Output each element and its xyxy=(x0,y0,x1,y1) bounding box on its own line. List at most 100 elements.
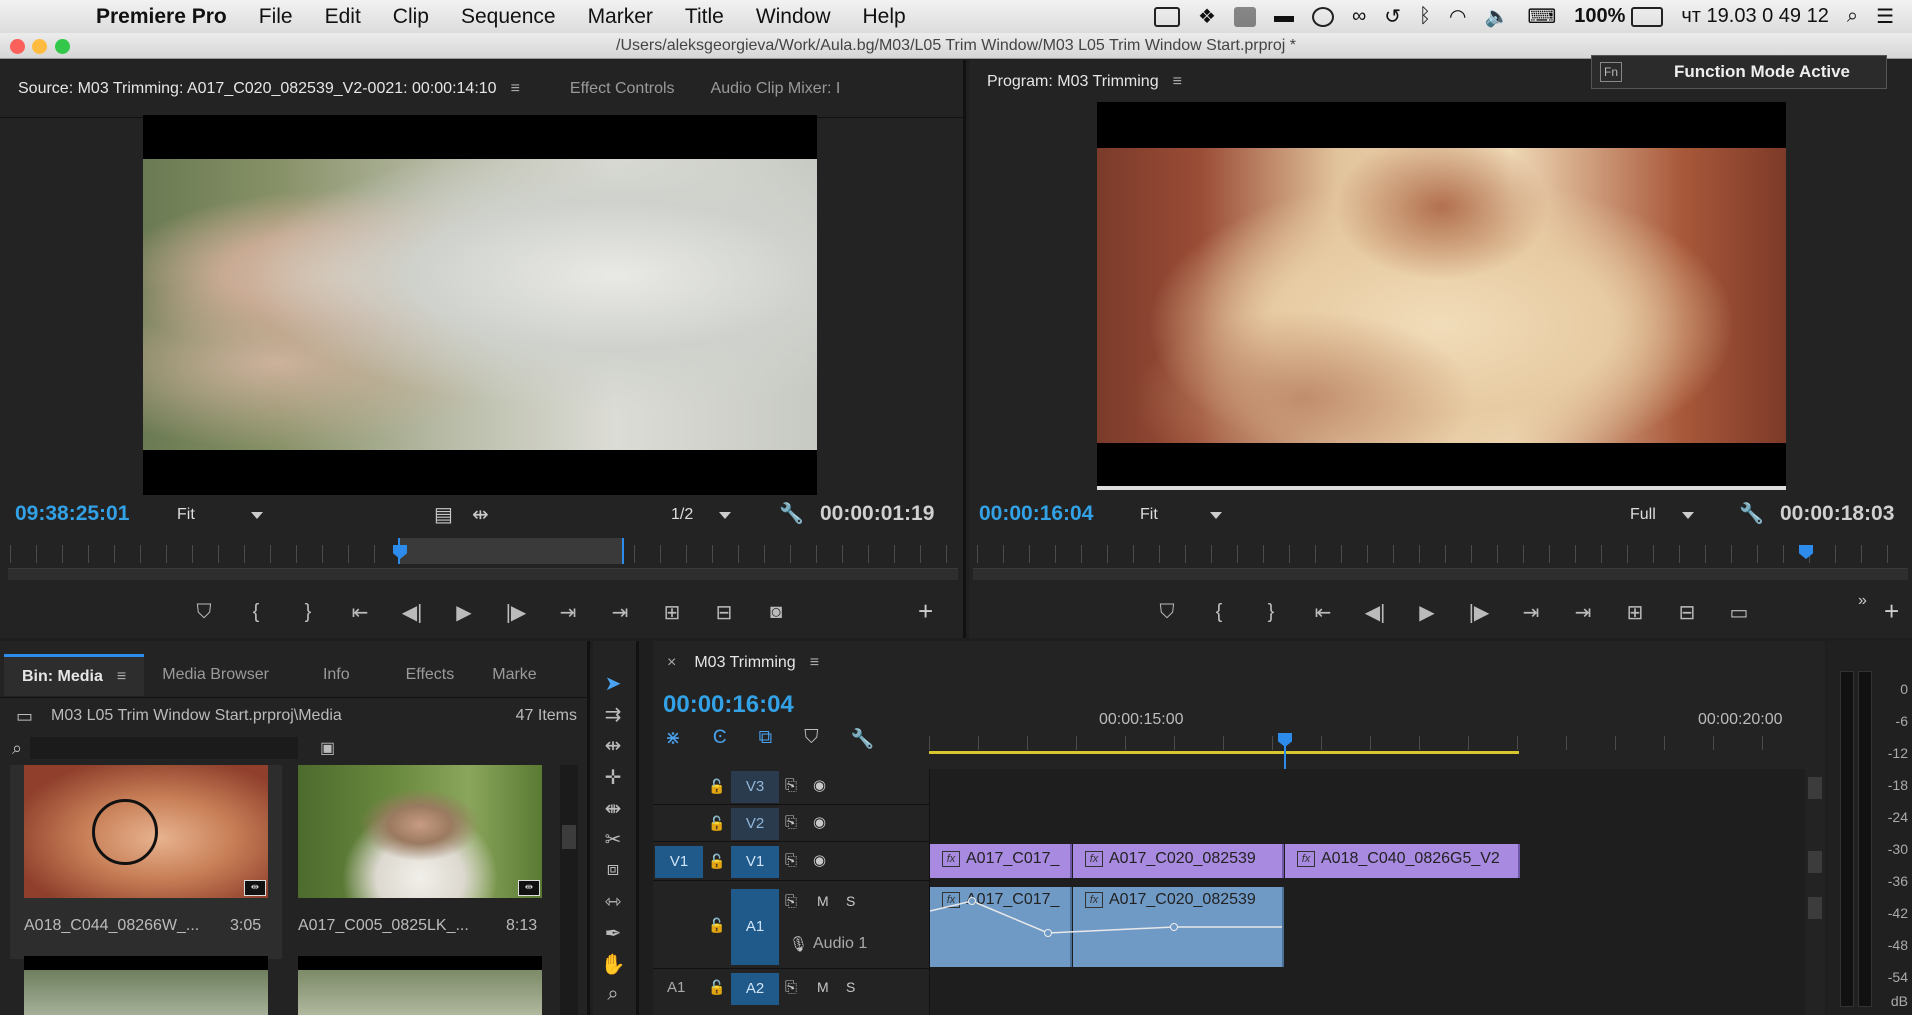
panel-menu-icon[interactable]: ≡ xyxy=(511,71,520,107)
linked-selection-icon[interactable]: ⧉ xyxy=(759,727,773,751)
camera-icon[interactable]: ◙ xyxy=(750,601,802,624)
settings-wrench-icon[interactable]: 🔧 xyxy=(779,501,804,526)
bluetooth-icon[interactable]: ᛒ xyxy=(1419,5,1431,28)
mark-in-icon[interactable]: { xyxy=(230,601,282,624)
source-zoom-dropdown[interactable]: Fit xyxy=(177,506,263,524)
timeline-clip-v1-2[interactable]: fx A017_C020_082539 xyxy=(1073,844,1284,878)
source-patch-v1[interactable]: V1 xyxy=(655,846,703,878)
timeline-clip-v1-3[interactable]: fx A018_C040_0826G5_V2 xyxy=(1285,844,1520,878)
panel-menu-icon[interactable]: ≡ xyxy=(1173,64,1182,100)
go-to-in-icon[interactable]: ⇤ xyxy=(1297,600,1349,625)
selection-tool-icon[interactable]: ➤ xyxy=(593,671,633,696)
mute-button[interactable]: M xyxy=(817,979,829,995)
tab-audio-clip-mixer[interactable]: Audio Clip Mixer: I xyxy=(693,60,859,118)
work-area-bar[interactable] xyxy=(929,751,1519,754)
source-video-viewer[interactable] xyxy=(143,115,817,495)
close-icon[interactable]: × xyxy=(667,654,676,672)
clip-preview-4[interactable] xyxy=(298,956,542,1015)
volume-icon[interactable]: 🔈 xyxy=(1484,4,1509,29)
program-zoom-scrollbar[interactable] xyxy=(973,568,1908,580)
clip-thumbnail-1[interactable]: ⇹ A018_C044_08266W_... 3:05 xyxy=(10,765,282,959)
window-close-button[interactable] xyxy=(10,39,25,54)
source-zoom-scrollbar[interactable] xyxy=(8,568,958,580)
toggle-sync-lock-icon[interactable]: ⎘ xyxy=(785,893,797,910)
step-back-icon[interactable]: ◀| xyxy=(1349,600,1401,625)
lock-icon[interactable]: 🔓 xyxy=(708,815,725,832)
program-resolution-dropdown[interactable]: Full xyxy=(1630,506,1694,524)
program-current-timecode[interactable]: 00:00:16:04 xyxy=(979,502,1093,526)
track-target-v3[interactable]: V3 xyxy=(731,771,779,803)
lock-icon[interactable]: 🔓 xyxy=(708,917,725,934)
ripple-edit-tool-icon[interactable]: ⇹ xyxy=(593,733,633,758)
extract-icon[interactable]: ⊟ xyxy=(1661,600,1713,625)
menu-app-name[interactable]: Premiere Pro xyxy=(80,5,243,29)
hand-tool-icon[interactable]: ✋ xyxy=(593,952,633,977)
menu-file[interactable]: File xyxy=(243,5,309,29)
mute-button[interactable]: M xyxy=(817,893,829,909)
tab-effects[interactable]: Effects xyxy=(386,657,475,693)
toggle-sync-lock-icon[interactable]: ⎘ xyxy=(785,814,797,831)
drag-video-icon[interactable]: ⇹ xyxy=(472,502,489,527)
keyboard-icon[interactable]: ⌨ xyxy=(1527,4,1556,29)
lift-icon[interactable]: ⊞ xyxy=(1609,600,1661,625)
add-marker-icon[interactable]: ⛉ xyxy=(178,601,230,624)
audio-volume-keyframes[interactable] xyxy=(930,887,1290,967)
step-back-icon[interactable]: ◀| xyxy=(386,600,438,625)
settings-wrench-icon[interactable]: 🔧 xyxy=(1739,501,1764,526)
time-machine-icon[interactable]: ↺ xyxy=(1384,4,1401,29)
timeline-timecode[interactable]: 00:00:16:04 xyxy=(663,691,794,719)
program-video-viewer[interactable] xyxy=(1097,102,1786,490)
slide-tool-icon[interactable]: ⇿ xyxy=(593,889,633,914)
tab-effect-controls[interactable]: Effect Controls xyxy=(552,60,693,118)
scroll-thumb-v1[interactable] xyxy=(1808,851,1822,873)
menu-edit[interactable]: Edit xyxy=(309,5,377,29)
razor-tool-icon[interactable]: ✂ xyxy=(593,827,633,852)
menu-clip[interactable]: Clip xyxy=(377,5,445,29)
display-icon[interactable]: ▬ xyxy=(1274,5,1294,28)
overwrite-icon[interactable]: ⊟ xyxy=(698,600,750,625)
toggle-sync-lock-icon[interactable]: ⎘ xyxy=(785,852,797,869)
window-zoom-button[interactable] xyxy=(55,39,70,54)
solo-button[interactable]: S xyxy=(846,893,855,909)
insert-icon[interactable]: ⊞ xyxy=(646,600,698,625)
slip-tool-icon[interactable]: ⧈ xyxy=(593,858,633,881)
add-marker-icon[interactable]: ⛉ xyxy=(1141,601,1193,624)
add-marker-icon[interactable]: ⛉ xyxy=(804,727,818,751)
timeline-clip-v1-1[interactable]: fx A017_C017_ xyxy=(930,844,1072,878)
go-to-in-icon[interactable]: ⇤ xyxy=(334,600,386,625)
notification-center-icon[interactable]: ☰ xyxy=(1876,4,1894,29)
panel-menu-icon[interactable]: ≡ xyxy=(810,645,819,681)
track-target-v2[interactable]: V2 xyxy=(731,808,779,840)
timeline-settings-wrench-icon[interactable]: 🔧 xyxy=(851,727,875,751)
record-icon[interactable] xyxy=(1311,6,1334,27)
window-minimize-button[interactable] xyxy=(32,39,47,54)
scroll-thumb-video[interactable] xyxy=(1808,777,1822,799)
eye-icon[interactable]: ◉ xyxy=(813,813,826,831)
tab-media-browser[interactable]: Media Browser xyxy=(144,657,287,693)
dropbox-icon[interactable]: ❖ xyxy=(1198,4,1216,29)
mark-in-icon[interactable]: { xyxy=(1193,601,1245,624)
new-search-bin-icon[interactable]: ▣ xyxy=(320,738,335,758)
safe-margins-icon[interactable]: ▤ xyxy=(434,502,453,527)
menu-sequence[interactable]: Sequence xyxy=(445,5,572,29)
snap-icon[interactable]: Ͼ xyxy=(713,727,727,751)
rolling-edit-tool-icon[interactable]: ✛ xyxy=(593,765,633,790)
lock-icon[interactable]: 🔓 xyxy=(708,778,725,795)
tab-bin-media[interactable]: Bin: Media ≡ xyxy=(4,654,145,696)
play-in-to-out-icon[interactable]: ⇥ xyxy=(542,600,594,625)
button-editor-plus-icon[interactable]: + xyxy=(918,596,933,627)
bin-search-input[interactable] xyxy=(30,737,298,759)
panel-menu-icon[interactable]: ≡ xyxy=(117,659,126,695)
timeline-time-ruler[interactable] xyxy=(929,736,1811,750)
solo-button[interactable]: S xyxy=(846,979,855,995)
button-editor-plus-icon[interactable]: + xyxy=(1884,596,1899,627)
more-controls-icon[interactable]: » xyxy=(1858,592,1867,610)
source-in-out-range[interactable] xyxy=(398,538,624,564)
spotlight-icon[interactable]: ⌕ xyxy=(1847,5,1858,28)
play-icon[interactable]: ▶ xyxy=(1401,600,1453,625)
battery-icon[interactable] xyxy=(1631,6,1664,27)
menu-window[interactable]: Window xyxy=(740,5,847,29)
program-time-ruler[interactable] xyxy=(977,545,1907,563)
scroll-thumb-audio[interactable] xyxy=(1808,897,1822,919)
bin-scrollbar-thumb[interactable] xyxy=(562,825,576,849)
